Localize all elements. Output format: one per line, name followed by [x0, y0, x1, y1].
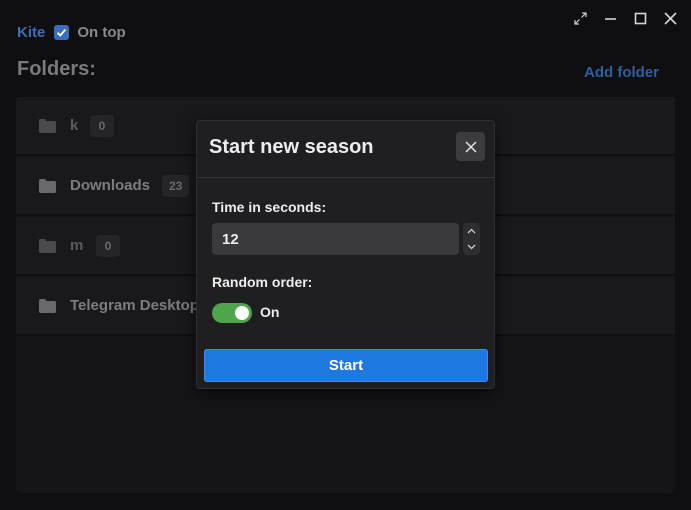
toggle-knob — [235, 306, 249, 320]
random-order-state: On — [260, 304, 280, 320]
time-stepper[interactable] — [463, 223, 480, 255]
dialog-close-button[interactable] — [456, 132, 485, 161]
start-button[interactable]: Start — [204, 349, 488, 382]
close-icon[interactable] — [655, 8, 685, 28]
folder-name: m — [70, 237, 84, 254]
time-input[interactable] — [212, 223, 459, 255]
app-name: Kite — [17, 23, 46, 41]
folder-name: k — [70, 117, 79, 134]
stepper-up-button[interactable] — [463, 223, 480, 239]
random-order-toggle[interactable] — [212, 303, 252, 323]
dialog-title: Start new season — [209, 136, 374, 158]
folder-name: Telegram Desktop — [70, 297, 199, 314]
folder-count-badge: 0 — [96, 234, 120, 257]
resize-icon[interactable] — [565, 8, 595, 28]
folder-count-badge: 23 — [162, 174, 190, 197]
chevron-up-icon — [467, 228, 476, 234]
chevron-down-icon — [467, 244, 476, 250]
on-top-label: On top — [77, 23, 126, 41]
top-bar: Kite On top — [17, 22, 126, 42]
stepper-down-button[interactable] — [463, 239, 480, 255]
minimize-icon[interactable] — [595, 8, 625, 28]
time-label: Time in seconds: — [212, 199, 327, 215]
folder-icon — [39, 299, 56, 313]
folder-name: Downloads — [70, 177, 151, 194]
close-icon — [464, 140, 477, 153]
on-top-checkbox[interactable] — [54, 24, 70, 40]
dialog-divider — [197, 177, 494, 178]
maximize-icon[interactable] — [625, 8, 655, 28]
folder-icon — [39, 179, 56, 193]
folder-icon — [39, 119, 56, 133]
folders-title: Folders: — [17, 58, 96, 80]
start-season-dialog: Start new season Time in seconds: Random… — [196, 120, 495, 389]
folder-icon — [39, 239, 56, 253]
window-controls — [565, 8, 685, 28]
add-folder-link[interactable]: Add folder — [584, 64, 659, 81]
check-icon — [57, 28, 67, 37]
folder-count-badge: 0 — [90, 114, 114, 137]
random-order-label: Random order: — [212, 274, 313, 290]
